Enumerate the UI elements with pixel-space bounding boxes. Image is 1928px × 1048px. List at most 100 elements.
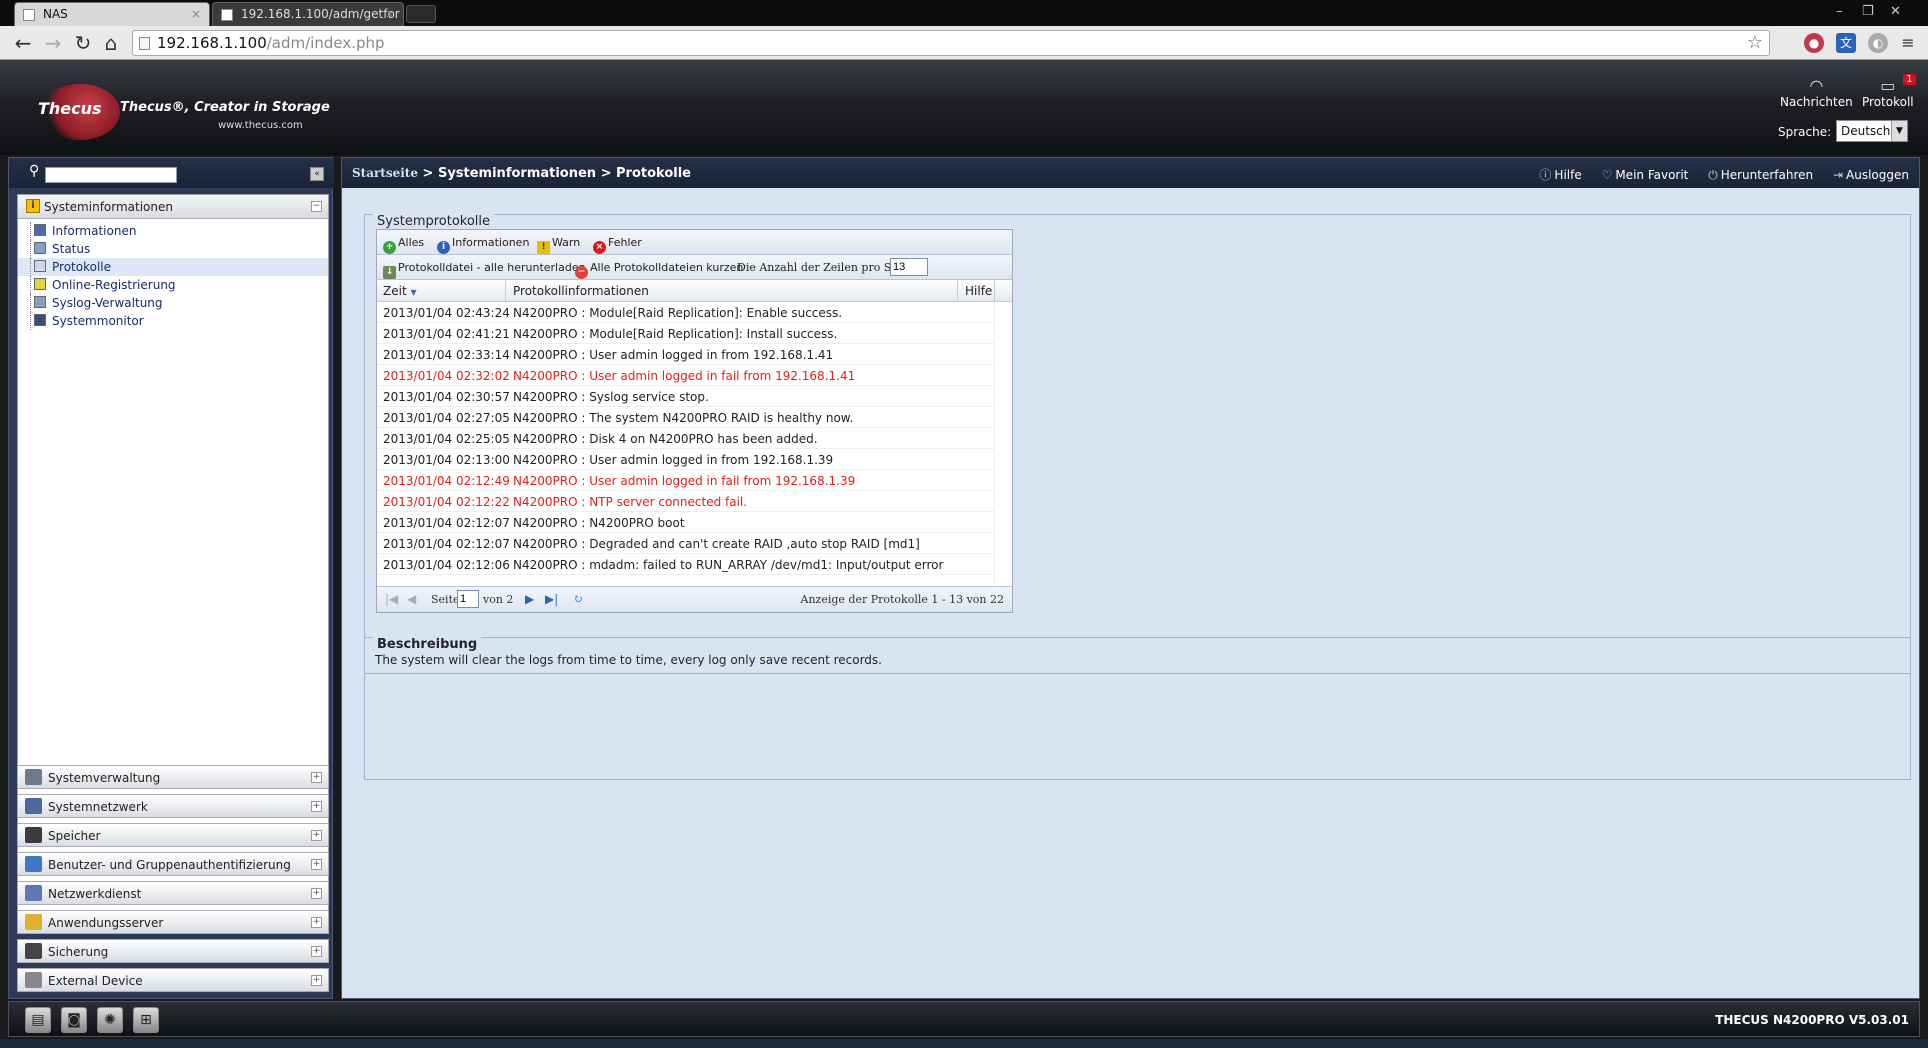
- language-select[interactable]: Deutsch ▼: [1836, 120, 1908, 142]
- menu-icon[interactable]: ≡: [1898, 33, 1918, 53]
- syslog-title: Systemprotokolle: [373, 214, 495, 229]
- log-time-cell: 2013/01/04 02:12:22: [383, 495, 510, 509]
- page-number-input[interactable]: [457, 590, 479, 608]
- breadcrumb-home-link[interactable]: Startseite: [352, 166, 418, 180]
- back-arrow-icon[interactable]: ←: [10, 31, 36, 55]
- sidebar-section-external-device[interactable]: External Device +: [17, 968, 329, 992]
- log-time-cell: 2013/01/04 02:33:14: [383, 348, 510, 362]
- sidebar-item-systemmonitor[interactable]: Systemmonitor: [18, 312, 328, 330]
- extension-icon[interactable]: ●: [1804, 33, 1824, 53]
- truncate-all-button[interactable]: − Alle Protokolldateien kurzen: [575, 261, 743, 279]
- expand-toggle-icon[interactable]: +: [311, 975, 322, 986]
- minimize-window-icon[interactable]: –: [1836, 4, 1843, 19]
- grid-scrollbar[interactable]: [994, 302, 1012, 586]
- log-time-cell: 2013/01/04 02:12:49: [383, 474, 510, 488]
- sidebar-section-sicherung[interactable]: Sicherung +: [17, 939, 329, 963]
- browser-tab-nas[interactable]: NAS ×: [14, 2, 210, 26]
- column-header-info[interactable]: Protokollinformationen: [513, 284, 649, 298]
- filter-info-button[interactable]: i Informationen: [437, 236, 529, 254]
- close-tab-icon[interactable]: ×: [385, 7, 395, 21]
- usb-icon[interactable]: ◙: [61, 1007, 87, 1033]
- delete-icon: −: [575, 266, 588, 279]
- column-header-time[interactable]: Zeit ▼: [383, 284, 417, 298]
- table-row[interactable]: 2013/01/04 02:12:06 N4200PRO : mdadm: fai…: [377, 554, 1012, 575]
- network-icon[interactable]: ⊞: [133, 1007, 159, 1033]
- fan-icon[interactable]: ✺: [97, 1007, 123, 1033]
- sidebar-item-syslog-verwaltung[interactable]: Syslog-Verwaltung: [18, 294, 328, 312]
- table-row[interactable]: 2013/01/04 02:25:05 N4200PRO : Disk 4 on …: [377, 428, 1012, 449]
- expand-toggle-icon[interactable]: +: [311, 859, 322, 870]
- table-row[interactable]: 2013/01/04 02:12:07 N4200PRO : N4200PRO b…: [377, 512, 1012, 533]
- first-page-icon[interactable]: |◀: [385, 592, 398, 606]
- info-icon: i: [437, 241, 450, 254]
- bookmark-star-icon[interactable]: ☆: [1747, 32, 1763, 53]
- table-row[interactable]: 2013/01/04 02:33:14 N4200PRO : User admin…: [377, 344, 1012, 365]
- logout-link[interactable]: ⇥ Ausloggen: [1833, 168, 1909, 182]
- log-button[interactable]: ▭ 1 Protokoll: [1862, 74, 1916, 109]
- breadcrumb-level1[interactable]: Systeminformationen: [438, 166, 596, 181]
- action-toolbar: ↓ Protokolldatei - alle herunterladen − Al…: [377, 255, 1012, 280]
- close-window-icon[interactable]: ✕: [1890, 4, 1901, 19]
- expand-toggle-icon[interactable]: +: [311, 946, 322, 957]
- sidebar-item-protokolle[interactable]: Protokolle: [18, 258, 328, 276]
- address-bar-input[interactable]: 192.168.1.100/adm/index.php ☆: [132, 30, 1770, 56]
- refresh-icon[interactable]: ↻: [573, 592, 583, 606]
- last-page-icon[interactable]: ▶|: [545, 592, 558, 606]
- sidebar-section-anwendungsserver[interactable]: Anwendungsserver +: [17, 910, 329, 934]
- rows-per-page-input[interactable]: [890, 258, 928, 276]
- browser-tab-getfor[interactable]: 192.168.1.100/adm/getfor ×: [212, 2, 404, 26]
- sidebar-item-online-registrierung[interactable]: Online-Registrierung: [18, 276, 328, 294]
- globe-icon[interactable]: ◐: [1868, 33, 1888, 53]
- network-service-icon: [25, 885, 42, 901]
- column-header-help[interactable]: Hilfe: [965, 284, 992, 298]
- collapse-toggle-icon[interactable]: −: [311, 201, 322, 212]
- power-icon: ⏻: [1708, 168, 1718, 182]
- sidebar-section-benutzer[interactable]: Benutzer- und Gruppenauthentifizierung +: [17, 852, 329, 876]
- search-input[interactable]: [45, 167, 177, 183]
- browser-tabbar: NAS × 192.168.1.100/adm/getfor × – ❐ ✕: [0, 0, 1928, 26]
- filter-error-button[interactable]: × Fehler: [593, 236, 642, 254]
- reload-icon[interactable]: ↻: [70, 31, 96, 55]
- table-row[interactable]: 2013/01/04 02:32:02 N4200PRO : User admin…: [377, 365, 1012, 386]
- sidebar-item-status[interactable]: Status: [18, 240, 328, 258]
- disk-icon[interactable]: ▤: [25, 1007, 51, 1033]
- translate-icon[interactable]: 文: [1836, 33, 1856, 53]
- restore-window-icon[interactable]: ❐: [1862, 4, 1874, 19]
- table-row[interactable]: 2013/01/04 02:13:00 N4200PRO : User admin…: [377, 449, 1012, 470]
- search-icon: ⚲: [29, 163, 40, 179]
- expand-toggle-icon[interactable]: +: [311, 801, 322, 812]
- new-tab-button[interactable]: [406, 5, 436, 23]
- description-panel: Beschreibung The system will clear the l…: [364, 637, 1911, 674]
- table-row[interactable]: 2013/01/04 02:12:22 N4200PRO : NTP server…: [377, 491, 1012, 512]
- filter-warn-button[interactable]: ! Warn: [537, 236, 580, 254]
- next-page-icon[interactable]: ▶: [525, 592, 534, 606]
- favorite-link[interactable]: ♡ Mein Favorit: [1602, 168, 1689, 182]
- expand-toggle-icon[interactable]: +: [311, 830, 322, 841]
- table-row[interactable]: 2013/01/04 02:43:24 N4200PRO : Module[Rai…: [377, 302, 1012, 323]
- sidebar-section-systemnetzwerk[interactable]: Systemnetzwerk +: [17, 794, 329, 818]
- shutdown-link[interactable]: ⏻ Herunterfahren: [1708, 168, 1813, 182]
- expand-toggle-icon[interactable]: +: [311, 772, 322, 783]
- forward-arrow-icon[interactable]: →: [40, 31, 66, 55]
- table-row[interactable]: 2013/01/04 02:12:07 N4200PRO : Degraded a…: [377, 533, 1012, 554]
- news-button[interactable]: ◠ Nachrichten: [1780, 76, 1853, 109]
- monitor-icon: [34, 224, 46, 236]
- table-row[interactable]: 2013/01/04 02:41:21 N4200PRO : Module[Rai…: [377, 323, 1012, 344]
- home-icon[interactable]: ⌂: [98, 31, 124, 55]
- sidebar-item-informationen[interactable]: Informationen: [18, 222, 328, 240]
- expand-toggle-icon[interactable]: +: [311, 888, 322, 899]
- close-tab-icon[interactable]: ×: [191, 7, 201, 21]
- download-all-button[interactable]: ↓ Protokolldatei - alle herunterladen: [383, 261, 586, 279]
- filter-all-button[interactable]: + Alles: [383, 236, 424, 254]
- help-link[interactable]: ⓘ Hilfe: [1539, 168, 1581, 182]
- prev-page-icon[interactable]: ◀: [407, 592, 416, 606]
- sidebar-section-netzwerkdienst[interactable]: Netzwerkdienst +: [17, 881, 329, 905]
- table-row[interactable]: 2013/01/04 02:12:49 N4200PRO : User admin…: [377, 470, 1012, 491]
- collapse-sidebar-icon[interactable]: «: [310, 167, 324, 181]
- sidebar-section-speicher[interactable]: Speicher +: [17, 823, 329, 847]
- sidebar-section-systeminformationen[interactable]: i Systeminformationen −: [18, 195, 328, 219]
- sidebar-section-systemverwaltung[interactable]: Systemverwaltung +: [17, 765, 329, 789]
- table-row[interactable]: 2013/01/04 02:30:57 N4200PRO : Syslog ser…: [377, 386, 1012, 407]
- table-row[interactable]: 2013/01/04 02:27:05 N4200PRO : The system…: [377, 407, 1012, 428]
- expand-toggle-icon[interactable]: +: [311, 917, 322, 928]
